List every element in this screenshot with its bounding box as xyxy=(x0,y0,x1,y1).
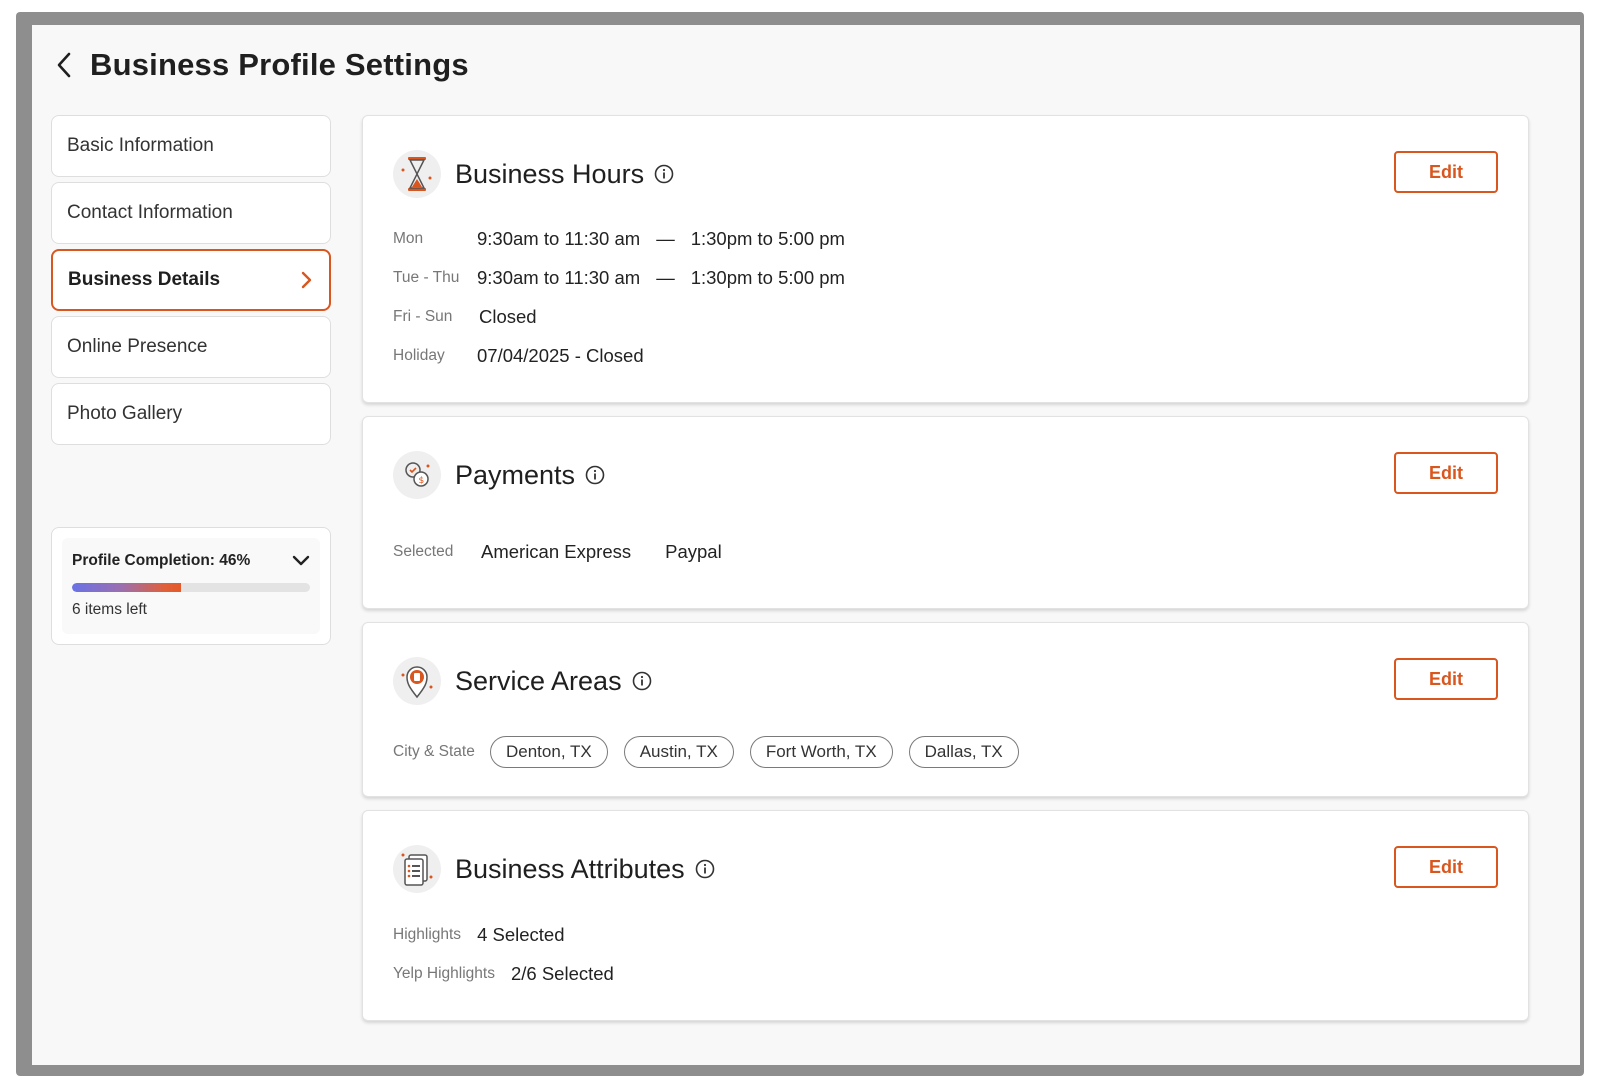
service-area-chip: Fort Worth, TX xyxy=(749,736,893,768)
nav-item-label: Online Presence xyxy=(67,336,208,357)
hours-separator: — xyxy=(656,228,675,249)
document-list-icon xyxy=(393,845,441,893)
profile-completion-panel: Profile Completion: 46% 6 items left xyxy=(62,538,320,634)
service-area-chip: Denton, TX xyxy=(490,736,608,768)
nav-item-basic-information[interactable]: Basic Information xyxy=(51,115,331,177)
hours-afternoon: 1:30pm to 5:00 pm xyxy=(690,228,845,249)
hours-morning: 9:30am to 11:30 am xyxy=(477,228,641,249)
nav-item-contact-information[interactable]: Contact Information xyxy=(51,182,331,244)
attribute-value: 2/6 Selected xyxy=(510,963,614,984)
edit-service-areas-button[interactable]: Edit xyxy=(1394,658,1498,700)
service-areas-label: City & State xyxy=(393,743,475,760)
business-attributes-card: Business Attributes Edit Highlights 4 Se… xyxy=(362,810,1529,1021)
profile-completion-label: Profile Completion: 46% xyxy=(72,552,251,569)
nav-item-online-presence[interactable]: Online Presence xyxy=(51,316,331,378)
edit-business-hours-button[interactable]: Edit xyxy=(1394,151,1498,193)
settings-window: Business Profile Settings Basic Informat… xyxy=(32,25,1580,1065)
hours-day-label: Tue - Thu xyxy=(393,269,460,286)
business-hours-header: Business Hours xyxy=(393,150,674,198)
hours-separator: — xyxy=(656,267,675,288)
info-icon[interactable] xyxy=(695,859,715,879)
attribute-label: Yelp Highlights xyxy=(393,965,495,982)
svg-text:$: $ xyxy=(419,476,425,486)
hourglass-icon xyxy=(393,150,441,198)
hours-row: Mon 9:30am to 11:30 am — 1:30pm to 5:00 … xyxy=(393,228,845,250)
hours-row: Holiday 07/04/2025 - Closed xyxy=(393,345,644,367)
business-attributes-header: Business Attributes xyxy=(393,845,715,893)
location-pin-icon xyxy=(393,657,441,705)
payment-method: Paypal xyxy=(665,541,722,562)
card-title: Business Hours xyxy=(455,158,645,189)
payments-header: $ Payments xyxy=(393,451,605,499)
back-button[interactable] xyxy=(50,51,78,79)
service-areas-card: Service Areas Edit City & State Denton, … xyxy=(362,622,1529,797)
chevron-down-icon[interactable] xyxy=(292,555,310,567)
payment-coins-icon: $ xyxy=(393,451,441,499)
items-left-text: 6 items left xyxy=(72,601,147,618)
edit-business-attributes-button[interactable]: Edit xyxy=(1394,846,1498,888)
hours-value: 07/04/2025 - Closed xyxy=(477,345,644,366)
edit-payments-button[interactable]: Edit xyxy=(1394,452,1498,494)
hours-day-label: Holiday xyxy=(393,347,445,364)
chevron-left-icon xyxy=(57,52,71,78)
nav-item-photo-gallery[interactable]: Photo Gallery xyxy=(51,383,331,445)
business-hours-card: Business Hours Edit Mon 9:30am to 11:30 … xyxy=(362,115,1529,403)
service-area-chip: Austin, TX xyxy=(623,736,734,768)
hours-row: Tue - Thu 9:30am to 11:30 am — 1:30pm to… xyxy=(393,267,845,289)
nav-item-business-details[interactable]: Business Details xyxy=(51,249,331,311)
card-title: Service Areas xyxy=(455,665,622,696)
service-areas-row: City & State Denton, TX Austin, TX Fort … xyxy=(393,736,1035,768)
nav-item-label: Contact Information xyxy=(67,202,233,223)
info-icon[interactable] xyxy=(632,671,652,691)
hours-value: Closed xyxy=(479,306,537,327)
service-areas-header: Service Areas xyxy=(393,657,652,705)
info-icon[interactable] xyxy=(654,164,674,184)
service-area-chip: Dallas, TX xyxy=(908,736,1019,768)
payments-card: $ Payments Edit Selected American Expres… xyxy=(362,416,1529,609)
info-icon[interactable] xyxy=(585,465,605,485)
payments-label: Selected xyxy=(393,543,454,560)
page-title: Business Profile Settings xyxy=(90,47,469,82)
card-title: Business Attributes xyxy=(455,853,685,884)
hours-day-label: Fri - Sun xyxy=(393,308,453,325)
card-title: Payments xyxy=(455,459,576,490)
hours-morning: 9:30am to 11:30 am xyxy=(477,267,641,288)
payments-row: Selected American Express Paypal xyxy=(393,541,722,563)
profile-completion-progress-fill xyxy=(72,583,182,592)
profile-completion-header[interactable]: Profile Completion: 46% xyxy=(72,552,310,570)
hours-row: Fri - Sun Closed xyxy=(393,306,537,328)
profile-completion-card: Profile Completion: 46% 6 items left xyxy=(51,527,331,645)
hours-afternoon: 1:30pm to 5:00 pm xyxy=(690,267,845,288)
attributes-row: Highlights 4 Selected xyxy=(393,924,565,946)
attribute-value: 4 Selected xyxy=(477,924,565,945)
chevron-right-icon xyxy=(301,271,312,289)
hours-day-label: Mon xyxy=(393,230,424,247)
attribute-label: Highlights xyxy=(393,926,462,943)
attributes-row: Yelp Highlights 2/6 Selected xyxy=(393,963,614,985)
settings-nav: Basic Information Contact Information Bu… xyxy=(51,115,331,450)
profile-completion-progress-bar xyxy=(72,583,310,592)
nav-item-label: Business Details xyxy=(68,269,221,290)
page-header: Business Profile Settings xyxy=(50,43,469,87)
payment-method: American Express xyxy=(481,541,632,562)
nav-item-label: Photo Gallery xyxy=(67,403,183,424)
nav-item-label: Basic Information xyxy=(67,135,214,156)
